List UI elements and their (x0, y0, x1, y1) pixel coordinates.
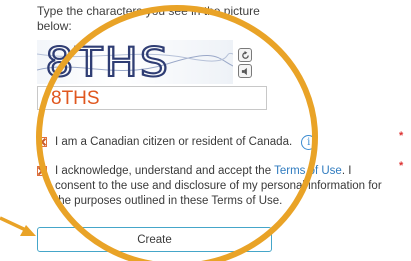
audio-icon (241, 67, 247, 75)
terms-text-before: I acknowledge, understand and accept the (55, 165, 275, 177)
citizen-checkbox[interactable] (37, 137, 47, 147)
captcha-audio-button[interactable] (238, 64, 252, 78)
annotation-arrow-shaft (0, 216, 31, 234)
required-marker-terms: * (399, 160, 404, 172)
annotation-arrow-head (20, 225, 36, 236)
terms-checkbox-label: I acknowledge, understand and accept the… (55, 164, 385, 209)
terms-of-use-link[interactable]: Terms of Use (274, 165, 342, 177)
captcha-input[interactable]: 8THS (37, 86, 267, 110)
info-icon[interactable]: i (301, 135, 317, 150)
captcha-image: 8THS (37, 40, 233, 84)
captcha-refresh-button[interactable] (238, 48, 252, 62)
terms-checkbox-row: I acknowledge, understand and accept the… (37, 164, 385, 209)
terms-checkbox[interactable] (37, 166, 47, 176)
captcha-distorted-text: 8THS (37, 40, 233, 84)
captcha-form-page: Type the characters you see in the pictu… (0, 0, 411, 261)
citizen-checkbox-row: I am a Canadian citizen or resident of C… (37, 135, 317, 150)
captcha-instructions: Type the characters you see in the pictu… (37, 4, 260, 33)
info-icon-symbol: i (307, 136, 311, 148)
captcha-input-value: 8THS (51, 88, 100, 109)
refresh-icon (241, 50, 249, 59)
create-button[interactable]: Create (37, 227, 272, 252)
citizen-checkbox-label: I am a Canadian citizen or resident of C… (55, 136, 293, 148)
captcha-image-text: 8THS (45, 40, 170, 84)
required-marker-citizen: * (399, 130, 404, 142)
